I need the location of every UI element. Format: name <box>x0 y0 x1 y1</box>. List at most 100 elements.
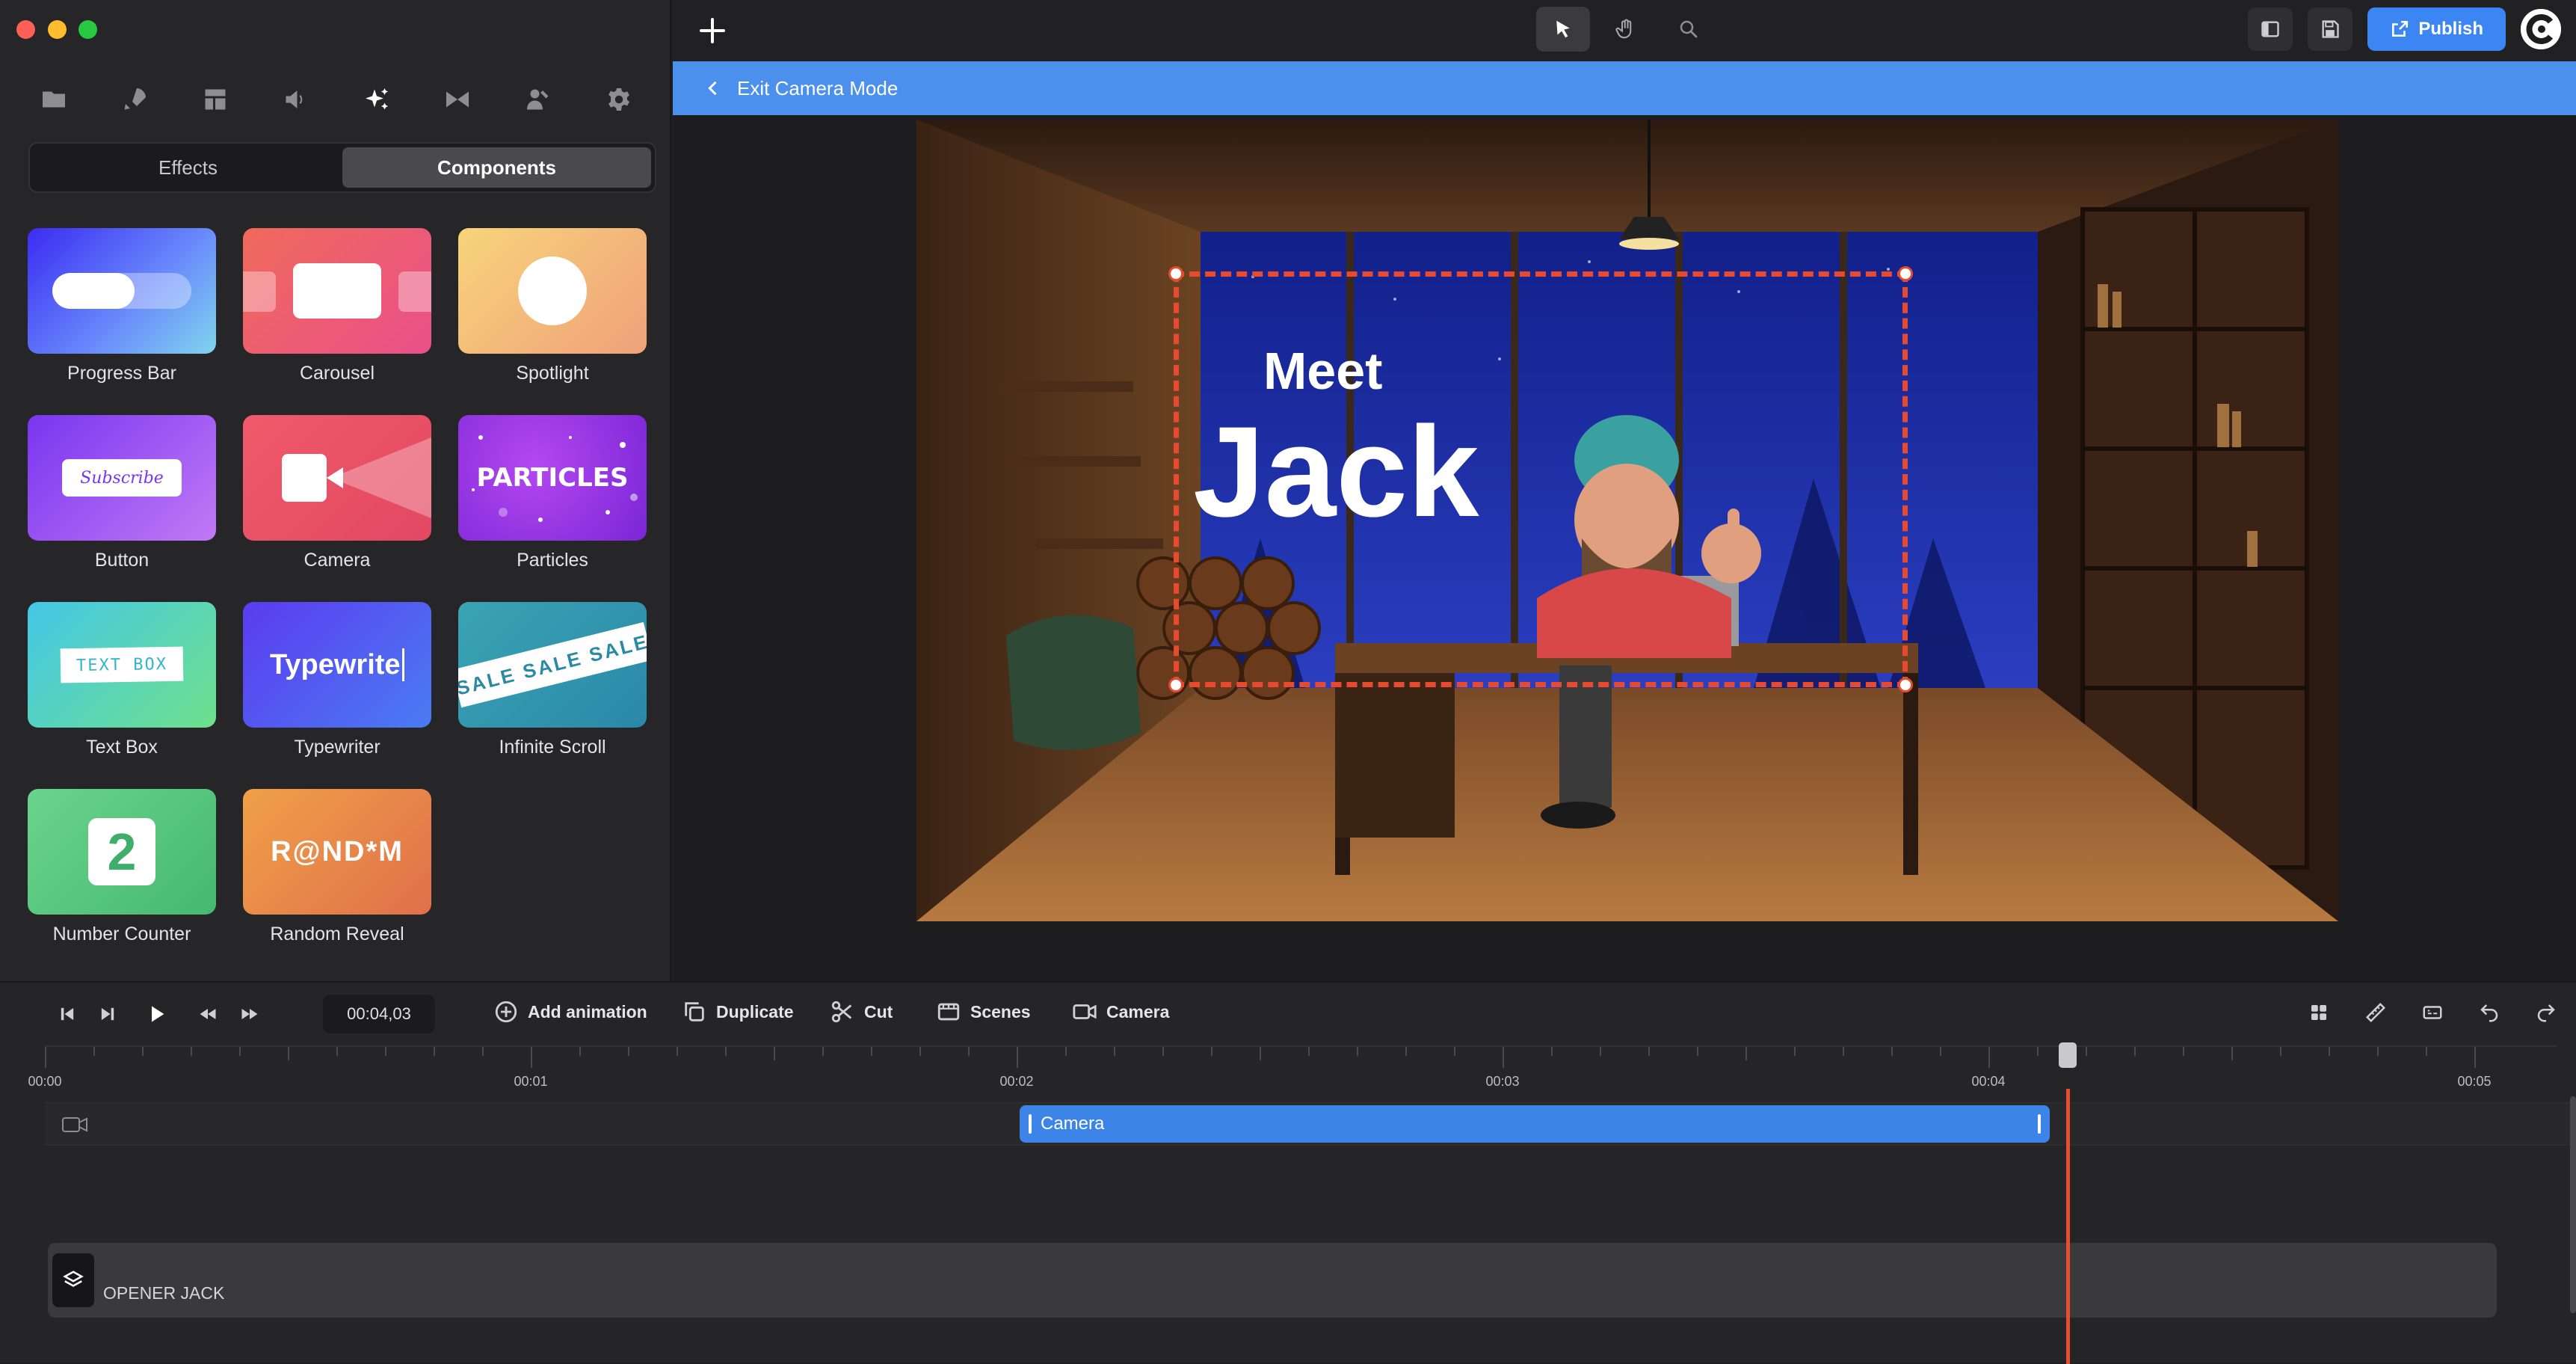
publish-button[interactable]: Publish <box>2367 7 2506 51</box>
particles-thumbnail: PARTICLES <box>458 415 647 541</box>
scenes-button[interactable]: Scenes <box>936 999 1031 1024</box>
ruler-tick <box>531 1047 532 1068</box>
component-label: Infinite Scroll <box>499 737 606 758</box>
scene-track-clip[interactable]: OPENER JACK <box>48 1243 2497 1318</box>
chevron-left-icon[interactable] <box>703 78 724 99</box>
playhead-handle[interactable] <box>2059 1042 2077 1068</box>
skip-forward-icon <box>101 1007 114 1021</box>
category-toolbar <box>22 84 650 115</box>
transition-icon[interactable] <box>441 84 474 115</box>
video-camera-icon <box>1073 1004 1097 1019</box>
component-card-text-box[interactable]: TEXT BOX Text Box <box>28 602 216 759</box>
frame-handle-top-right[interactable] <box>1898 266 1913 281</box>
exit-camera-mode-link[interactable]: Exit Camera Mode <box>737 77 898 100</box>
component-card-particles[interactable]: PARTICLES Particles <box>458 415 647 572</box>
search-icon <box>1680 20 1698 38</box>
ruler-button[interactable] <box>2361 998 2391 1027</box>
frame-handle-top-left[interactable] <box>1168 266 1183 281</box>
cut-button[interactable]: Cut <box>830 999 893 1024</box>
timeline-ruler[interactable]: 00:00 00:01 00:02 00:03 00:04 00:05 <box>28 1045 2557 1090</box>
text-box-thumbnail-text: TEXT BOX <box>76 654 168 675</box>
component-label: Spotlight <box>516 363 589 384</box>
ruler-tick <box>1503 1047 1504 1068</box>
window-maximize-button[interactable] <box>78 20 97 39</box>
component-card-typewriter[interactable]: Typewrite Typewriter <box>243 602 431 759</box>
window-close-button[interactable] <box>16 20 35 39</box>
timeline-scrollbar[interactable] <box>2570 1096 2576 1313</box>
top-toolbar: Publish <box>673 0 2576 61</box>
skip-back-button[interactable] <box>52 999 82 1029</box>
component-label: Carousel <box>299 363 375 384</box>
ruler-tick <box>93 1047 95 1056</box>
captions-button[interactable] <box>2418 998 2447 1027</box>
tab-effects[interactable]: Effects <box>34 147 342 188</box>
person-icon[interactable] <box>522 84 555 115</box>
toggle-panel-button[interactable] <box>2248 7 2293 51</box>
sparkles-icon[interactable] <box>360 84 393 115</box>
plus-icon <box>700 18 725 43</box>
undo-button[interactable] <box>2474 998 2504 1027</box>
gear-icon[interactable] <box>603 84 635 115</box>
camera-button[interactable]: Camera <box>1072 999 1169 1024</box>
skip-forward-button[interactable] <box>93 999 123 1029</box>
playhead[interactable] <box>2066 1089 2070 1364</box>
ruler-tick <box>142 1047 144 1056</box>
component-card-spotlight[interactable]: Spotlight <box>458 228 647 385</box>
add-animation-button[interactable]: Add animation <box>493 999 647 1024</box>
plus-circle-icon <box>495 1001 517 1023</box>
ruler-tick <box>482 1047 484 1056</box>
rewind-button[interactable] <box>193 999 223 1029</box>
camera-frame[interactable] <box>1168 266 1913 692</box>
ruler-tick <box>822 1047 824 1056</box>
ruler-label: 00:01 <box>514 1074 548 1089</box>
infinite-scroll-thumbnail-text: SALE SALE SALE <box>458 629 647 700</box>
fast-forward-button[interactable] <box>235 999 265 1029</box>
component-label: Typewriter <box>294 737 380 758</box>
save-button[interactable] <box>2308 7 2353 51</box>
tab-components[interactable]: Components <box>342 147 651 188</box>
tool-group <box>1536 7 1716 52</box>
search-tool[interactable] <box>1662 7 1716 52</box>
play-button[interactable] <box>142 999 172 1029</box>
camera-clip-label: Camera <box>1041 1113 1105 1134</box>
scene-track-label: OPENER JACK <box>103 1283 225 1303</box>
component-label: Random Reveal <box>270 924 404 944</box>
folder-icon[interactable] <box>37 84 70 115</box>
ruler-tick <box>968 1047 970 1056</box>
ruler-tick <box>1308 1047 1310 1056</box>
hand-tool[interactable] <box>1599 7 1653 52</box>
timecode-display[interactable]: 00:04,03 <box>323 995 435 1033</box>
component-card-camera[interactable]: Camera <box>243 415 431 572</box>
window-minimize-button[interactable] <box>48 20 67 39</box>
component-card-number-counter[interactable]: 2 Number Counter <box>28 789 216 946</box>
component-card-carousel[interactable]: Carousel <box>243 228 431 385</box>
avatar[interactable] <box>2521 9 2561 49</box>
particles-thumbnail-text: PARTICLES <box>476 463 629 493</box>
camera-clip[interactable]: Camera <box>1020 1105 2050 1143</box>
grid-view-button[interactable] <box>2304 998 2334 1027</box>
rocket-icon[interactable] <box>118 84 151 115</box>
ruler-icon <box>2365 1002 2386 1023</box>
ruler-tick <box>919 1047 921 1056</box>
clip-trim-handle-left[interactable] <box>1029 1114 1032 1134</box>
duplicate-button[interactable]: Duplicate <box>682 999 794 1024</box>
component-card-button[interactable]: Subscribe Button <box>28 415 216 572</box>
redo-button[interactable] <box>2531 998 2561 1027</box>
clip-trim-handle-right[interactable] <box>2038 1114 2041 1134</box>
ruler-tick <box>191 1047 192 1056</box>
frame-handle-bottom-right[interactable] <box>1898 678 1913 692</box>
component-label: Progress Bar <box>67 363 176 384</box>
save-icon <box>2322 20 2339 38</box>
pointer-tool[interactable] <box>1536 7 1590 52</box>
component-card-infinite-scroll[interactable]: SALE SALE SALE Infinite Scroll <box>458 602 647 759</box>
component-card-progress-bar[interactable]: Progress Bar <box>28 228 216 385</box>
layout-icon[interactable] <box>199 84 232 115</box>
add-button[interactable] <box>695 13 730 48</box>
ruler-tick <box>1988 1047 1990 1068</box>
speaker-icon[interactable] <box>280 84 312 115</box>
ruler-tick <box>2280 1047 2281 1056</box>
frame-handle-bottom-left[interactable] <box>1168 678 1183 692</box>
component-label: Camera <box>303 550 371 571</box>
left-panel: Effects Components Progress Bar Carousel <box>0 0 671 981</box>
component-card-random-reveal[interactable]: R@ND*M Random Reveal <box>243 789 431 946</box>
